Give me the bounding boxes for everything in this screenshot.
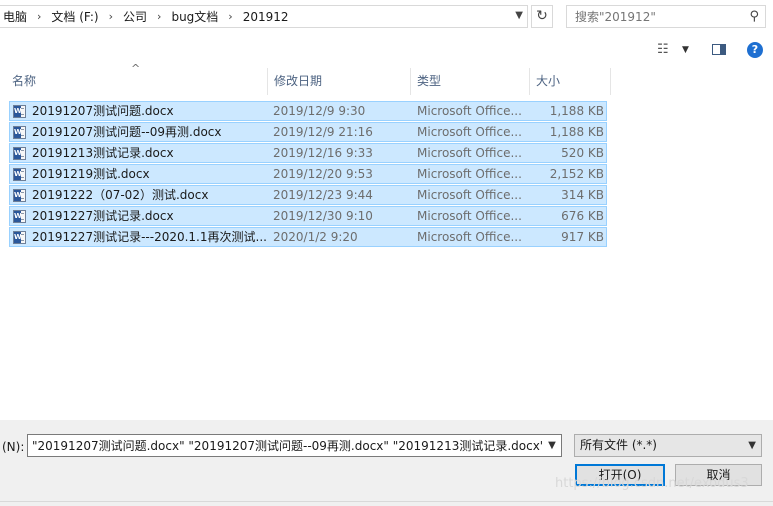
dropdown-arrow-icon[interactable]: ▼ [682, 45, 689, 55]
file-size: 676 KB [561, 209, 604, 223]
word-document-icon [13, 105, 26, 118]
file-size: 520 KB [561, 146, 604, 160]
chevron-right-icon[interactable]: › [103, 10, 119, 23]
file-size: 917 KB [561, 230, 604, 244]
file-name: 20191213测试记录.docx [32, 146, 174, 160]
file-date: 2020/1/2 9:20 [273, 230, 358, 244]
file-type-filter-value: 所有文件 (*.*) [580, 438, 657, 452]
column-headers: ^ 名称 修改日期 类型 大小 [0, 62, 611, 95]
search-input[interactable] [567, 6, 753, 27]
toolbar: ☷ ▼ ? [0, 36, 773, 68]
file-list: 20191207测试问题.docx 2019/12/9 9:30 Microso… [9, 101, 607, 248]
file-type: Microsoft Office... [417, 230, 522, 244]
file-size: 314 KB [561, 188, 604, 202]
file-row[interactable]: 20191227测试记录---2020.1.1再次测试... 2020/1/2 … [9, 227, 607, 247]
file-date: 2019/12/9 21:16 [273, 125, 373, 139]
watermark-text: https://blog.csdn.net/exodus3 [555, 476, 749, 491]
file-row[interactable]: 20191213测试记录.docx 2019/12/16 9:33 Micros… [9, 143, 607, 163]
dropdown-arrow-icon[interactable]: ▼ [515, 10, 523, 21]
help-icon[interactable]: ? [747, 42, 763, 58]
breadcrumb-bug-docs[interactable]: bug文档 [167, 8, 222, 25]
file-name: 20191222（07-02）测试.docx [32, 188, 209, 202]
chevron-right-icon[interactable]: › [222, 10, 238, 23]
dropdown-arrow-icon[interactable]: ▼ [542, 435, 561, 456]
file-date: 2019/12/20 9:53 [273, 167, 373, 181]
view-options-icon[interactable]: ☷ [657, 42, 669, 57]
dropdown-arrow-icon[interactable]: ▼ [748, 435, 756, 456]
word-document-icon [13, 168, 26, 181]
filename-combobox[interactable]: ▼ [27, 434, 562, 457]
file-name: 20191227测试记录---2020.1.1再次测试... [32, 230, 267, 244]
column-header-size[interactable]: 大小 [530, 68, 611, 95]
file-name: 20191207测试问题.docx [32, 104, 174, 118]
file-date: 2019/12/23 9:44 [273, 188, 373, 202]
breadcrumb-201912[interactable]: 201912 [239, 10, 293, 24]
word-document-icon [13, 231, 26, 244]
file-type: Microsoft Office... [417, 209, 522, 223]
file-date: 2019/12/16 9:33 [273, 146, 373, 160]
filename-label: (N): [2, 440, 25, 454]
divider [0, 501, 773, 502]
file-date: 2019/12/30 9:10 [273, 209, 373, 223]
file-name: 20191219测试.docx [32, 167, 150, 181]
file-size: 1,188 KB [549, 125, 604, 139]
word-document-icon [13, 210, 26, 223]
file-name: 20191207测试问题--09再测.docx [32, 125, 222, 139]
file-row[interactable]: 20191222（07-02）测试.docx 2019/12/23 9:44 M… [9, 185, 607, 205]
file-type: Microsoft Office... [417, 167, 522, 181]
preview-pane-icon[interactable] [712, 44, 726, 55]
file-type: Microsoft Office... [417, 125, 522, 139]
file-type: Microsoft Office... [417, 146, 522, 160]
file-row[interactable]: 20191227测试记录.docx 2019/12/30 9:10 Micros… [9, 206, 607, 226]
column-header-date[interactable]: 修改日期 [268, 68, 411, 95]
file-type: Microsoft Office... [417, 188, 522, 202]
file-date: 2019/12/9 9:30 [273, 104, 366, 118]
word-document-icon [13, 126, 26, 139]
address-bar[interactable]: 电脑 › 文档 (F:) › 公司 › bug文档 › 201912 ▼ [0, 5, 528, 28]
file-type: Microsoft Office... [417, 104, 522, 118]
word-document-icon [13, 189, 26, 202]
dialog-footer: (N): ▼ 所有文件 (*.*) ▼ 打开(O) 取消 https://blo… [0, 420, 773, 506]
column-header-type[interactable]: 类型 [411, 68, 530, 95]
breadcrumb-drive-f[interactable]: 文档 (F:) [47, 8, 102, 25]
search-box[interactable]: ⚲ [566, 5, 766, 28]
navigation-bar: 电脑 › 文档 (F:) › 公司 › bug文档 › 201912 ▼ ↻ ⚲ [0, 0, 773, 36]
file-size: 2,152 KB [549, 167, 604, 181]
chevron-right-icon[interactable]: › [151, 10, 167, 23]
breadcrumb-computer[interactable]: 电脑 [0, 8, 31, 25]
column-header-name[interactable]: 名称 [6, 68, 268, 95]
filename-input[interactable] [28, 435, 546, 456]
search-icon[interactable]: ⚲ [749, 9, 759, 24]
breadcrumb-company[interactable]: 公司 [119, 8, 151, 25]
file-row[interactable]: 20191219测试.docx 2019/12/20 9:53 Microsof… [9, 164, 607, 184]
file-name: 20191227测试记录.docx [32, 209, 174, 223]
chevron-right-icon[interactable]: › [31, 10, 47, 23]
refresh-icon[interactable]: ↻ [531, 5, 553, 28]
file-row[interactable]: 20191207测试问题--09再测.docx 2019/12/9 21:16 … [9, 122, 607, 142]
word-document-icon [13, 147, 26, 160]
file-size: 1,188 KB [549, 104, 604, 118]
file-type-filter[interactable]: 所有文件 (*.*) ▼ [574, 434, 762, 457]
file-row[interactable]: 20191207测试问题.docx 2019/12/9 9:30 Microso… [9, 101, 607, 121]
